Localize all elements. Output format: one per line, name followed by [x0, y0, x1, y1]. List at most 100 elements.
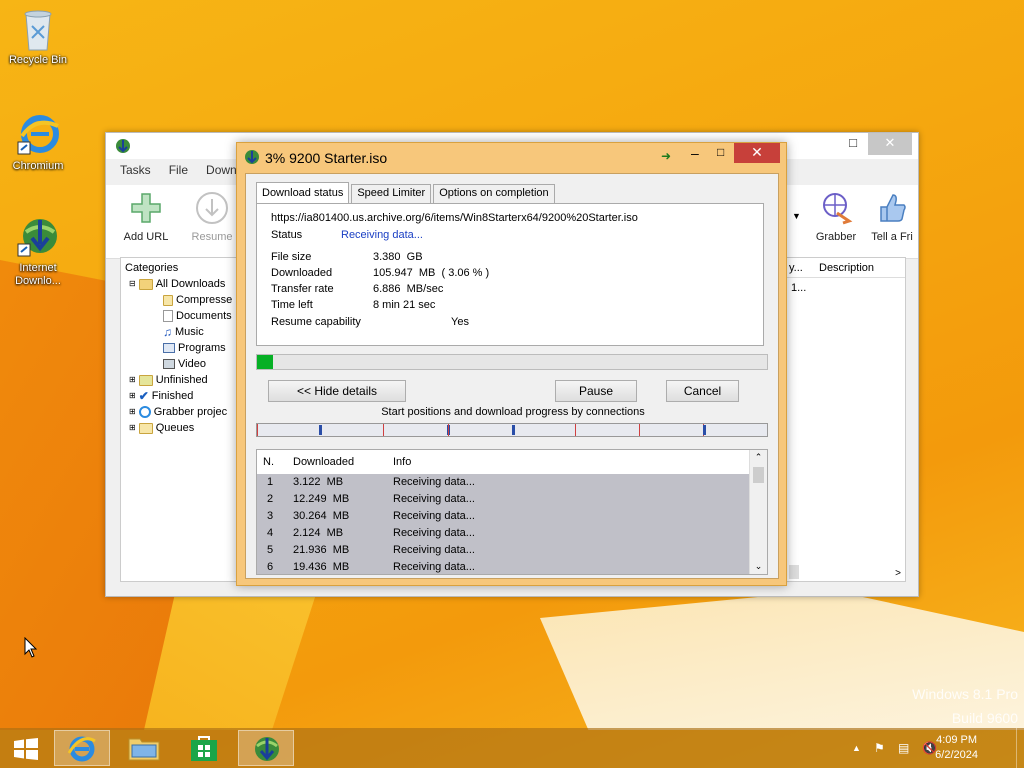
row-number: 1: [267, 476, 274, 488]
start-button[interactable]: [4, 730, 48, 766]
globe-arrow-icon: [255, 737, 279, 761]
row-number: 3: [267, 510, 274, 522]
column-header-info[interactable]: Info: [393, 456, 411, 468]
downloads-list[interactable]: y... Description 1... >: [786, 257, 906, 582]
minimize-button[interactable]: □: [838, 133, 868, 155]
category-unfinished[interactable]: ⊞ Unfinished: [129, 372, 208, 388]
connection-start-tick: [257, 424, 258, 436]
pause-button[interactable]: Pause: [555, 380, 637, 402]
downloaded-value: 105.947 MB ( 3.06 % ): [373, 267, 490, 279]
cancel-button[interactable]: Cancel: [666, 380, 739, 402]
category-finished[interactable]: ⊞ ✔ Finished: [129, 388, 193, 404]
connections-table[interactable]: N. Downloaded Info 1 3.122 MB Receiving da…: [256, 449, 768, 575]
categories-tree[interactable]: Categories ⊟ All Downloads Compresse Docu…: [120, 257, 240, 582]
category-video[interactable]: Video: [163, 356, 206, 372]
download-progress-dialog[interactable]: 3% 9200 Starter.iso ➜ – □ ✕ Download sta…: [236, 142, 787, 586]
row-info: Receiving data...: [393, 493, 475, 505]
checkmark-icon: ✔: [138, 389, 149, 403]
chevron-down-icon[interactable]: ▼: [792, 211, 801, 221]
show-hidden-icons-chevron-icon[interactable]: ▲: [852, 743, 861, 753]
category-label: Video: [178, 358, 206, 370]
maximize-button[interactable]: □: [717, 145, 724, 159]
column-header-description[interactable]: Description: [819, 262, 874, 274]
internet-explorer-icon: [67, 736, 96, 762]
connection-progress-mark: [512, 425, 515, 435]
table-row[interactable]: 6 19.436 MB Receiving data...: [257, 559, 767, 574]
category-queues[interactable]: ⊞ Queues: [129, 420, 194, 436]
resume-button[interactable]: Resume: [182, 191, 242, 243]
row-downloaded: 30.264 MB: [293, 510, 350, 522]
category-grabber-projects[interactable]: ⊞ Grabber projec: [129, 404, 227, 420]
scrollbar-thumb[interactable]: [753, 467, 764, 483]
column-header-n[interactable]: N.: [263, 456, 274, 468]
grabber-icon: [819, 191, 853, 225]
row-number: 5: [267, 544, 274, 556]
tab-speed-limiter[interactable]: Speed Limiter: [351, 184, 432, 203]
taskbar-internet-download-manager[interactable]: [238, 730, 294, 766]
table-row[interactable]: 1 3.122 MB Receiving data...: [257, 474, 767, 491]
column-header-downloaded[interactable]: Downloaded: [293, 456, 354, 468]
hide-details-button[interactable]: << Hide details: [268, 380, 406, 402]
show-desktop-button[interactable]: [1016, 728, 1024, 768]
resume-download-icon: [195, 191, 229, 225]
scroll-right-icon[interactable]: >: [895, 568, 901, 579]
system-clock[interactable]: 4:09 PM 6/2/2024: [935, 733, 978, 763]
tell-a-friend-button[interactable]: Tell a Fri: [868, 191, 916, 243]
tell-a-friend-label: Tell a Fri: [871, 231, 913, 243]
taskbar-internet-explorer[interactable]: [54, 730, 110, 766]
close-button[interactable]: ✕: [868, 133, 912, 155]
category-documents[interactable]: Documents: [163, 308, 232, 324]
category-label: Finished: [151, 390, 194, 402]
store-icon: [191, 736, 217, 761]
category-compressed[interactable]: Compresse: [163, 292, 232, 308]
category-music[interactable]: ♫ Music: [163, 324, 204, 340]
row-info: Receiving data...: [393, 544, 475, 556]
connection-progress-mark: [703, 425, 706, 435]
menu-tasks[interactable]: Tasks: [120, 163, 151, 181]
categories-title: Categories: [125, 262, 179, 274]
table-row[interactable]: 3 30.264 MB Receiving data...: [257, 508, 767, 525]
network-icon[interactable]: ▤: [898, 741, 909, 755]
add-url-button[interactable]: Add URL: [116, 191, 176, 243]
horizontal-scrollbar-thumb[interactable]: [789, 565, 799, 579]
table-row[interactable]: 4 2.124 MB Receiving data...: [257, 525, 767, 542]
music-note-icon: ♫: [163, 325, 172, 339]
table-row[interactable]: 2 12.249 MB Receiving data...: [257, 491, 767, 508]
scroll-up-icon[interactable]: ⌃: [750, 452, 767, 463]
category-programs[interactable]: Programs: [163, 340, 226, 356]
taskbar-file-explorer[interactable]: [116, 730, 172, 766]
grabber-button[interactable]: Grabber: [806, 191, 866, 243]
category-label: Queues: [155, 422, 195, 434]
idm-app-icon: [245, 150, 259, 164]
desktop-icon-recycle-bin[interactable]: Recycle Bin: [0, 6, 76, 67]
desktop-icon-chromium[interactable]: Chromium: [0, 112, 76, 173]
menu-file[interactable]: File: [169, 163, 188, 181]
folder-open-icon: [138, 278, 153, 290]
row-info: Receiving data...: [393, 476, 475, 488]
category-all-downloads[interactable]: ⊟ All Downloads: [129, 276, 225, 292]
status-panel: https://ia801400.us.archive.org/6/items/…: [256, 203, 764, 346]
dialog-title: 3% 9200 Starter.iso: [265, 150, 388, 166]
clock-date: 6/2/2024: [935, 749, 978, 761]
action-center-flag-icon[interactable]: ⚑: [874, 741, 885, 755]
column-header[interactable]: y...: [789, 262, 803, 274]
vertical-scrollbar[interactable]: ⌃ ⌄: [749, 450, 767, 574]
archive-icon: [163, 294, 173, 306]
taskbar-store[interactable]: [176, 730, 232, 766]
desktop-icon-label: Internet Downlo...: [15, 262, 61, 287]
taskbar: ▲ ⚑ ▤ 🔇 4:09 PM 6/2/2024: [0, 728, 1024, 768]
table-row[interactable]: 5 21.936 MB Receiving data...: [257, 542, 767, 559]
minimize-button[interactable]: –: [691, 145, 699, 161]
desktop-icon-internet-download-manager[interactable]: Internet Downlo...: [0, 214, 76, 288]
plus-icon: [129, 191, 163, 225]
document-icon: [163, 310, 173, 322]
connection-start-tick: [383, 424, 384, 436]
folder-icon: [138, 374, 153, 386]
tab-download-status[interactable]: Download status: [256, 182, 350, 203]
scroll-down-icon[interactable]: ⌄: [750, 561, 767, 572]
tab-options-on-completion[interactable]: Options on completion: [433, 184, 555, 203]
dialog-body: Download status Speed Limiter Options on…: [245, 173, 779, 579]
row-number: 2: [267, 493, 274, 505]
close-button[interactable]: ✕: [734, 143, 780, 163]
arrow-icon[interactable]: ➜: [661, 149, 671, 163]
